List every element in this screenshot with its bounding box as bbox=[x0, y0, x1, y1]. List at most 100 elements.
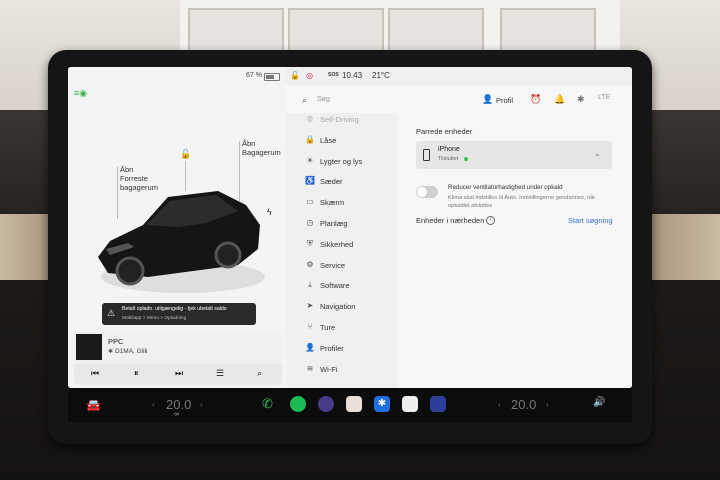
profile-icon[interactable]: 👤 bbox=[482, 94, 493, 105]
clock-icon: ◷ bbox=[306, 218, 314, 227]
fan-toggle-title: Reducer ventilatorhastighed under opkald bbox=[448, 184, 563, 191]
bluetooth-settings: Parrede enheder iPhone Tilsluttet ⌄ Redu… bbox=[398, 113, 632, 388]
settings-menu-item[interactable]: ⑂ Ture bbox=[286, 317, 398, 337]
phone-icon bbox=[423, 149, 430, 161]
headlights-icon[interactable]: ≡◉ bbox=[74, 89, 88, 98]
start-search-button[interactable]: Start søgning bbox=[568, 216, 613, 225]
wrench-icon: ⚙ bbox=[306, 259, 314, 269]
touchscreen: ≡◉ 67 % Åbn Forreste bagagerum 🔓 Åbn Bag… bbox=[68, 67, 632, 388]
car-panel: ≡◉ 67 % Åbn Forreste bagagerum 🔓 Åbn Bag… bbox=[68, 67, 286, 388]
steering-icon: ◍ bbox=[306, 114, 314, 123]
status-bar: 🔓 ◎ SOS 10.43 21°C bbox=[286, 67, 632, 85]
phone-app-icon[interactable]: ✆ bbox=[262, 396, 278, 412]
settings-menu-label: Self-Driving bbox=[320, 115, 359, 124]
settings-menu-label: Software bbox=[320, 281, 350, 291]
settings-menu-label: Sikkerhed bbox=[320, 239, 354, 249]
chevron-down-icon[interactable]: ⌄ bbox=[594, 149, 601, 158]
car-front-wheel bbox=[115, 256, 145, 286]
launcher-icon[interactable] bbox=[430, 396, 446, 412]
info-icon[interactable]: i bbox=[486, 216, 495, 225]
light-icon: ☀ bbox=[306, 155, 314, 165]
open-trunk-line: Bagagerum bbox=[242, 148, 281, 157]
temp-down-right-icon[interactable]: ‹ bbox=[498, 400, 501, 409]
settings-menu-item[interactable]: 👤 Profiler bbox=[286, 338, 398, 358]
alert-title: Betalt opladn. utilgængelig - tjek ubeta… bbox=[122, 306, 227, 312]
lock-icon: 🔒 bbox=[305, 134, 315, 144]
settings-menu-item[interactable]: 🔒 Låse bbox=[286, 130, 398, 150]
volume-icon[interactable]: 🔊 bbox=[593, 397, 605, 408]
settings-menu-label: Service bbox=[320, 260, 346, 270]
lte-signal-icon: LTE bbox=[598, 94, 611, 101]
wood-trim-left bbox=[0, 214, 52, 280]
warning-icon: ⚠ bbox=[107, 308, 116, 318]
bluetooth-icon[interactable]: ✱ bbox=[577, 94, 585, 105]
settings-menu-item[interactable]: ≋ Wi-Fi bbox=[286, 359, 398, 379]
battery-icon bbox=[264, 73, 280, 81]
temp-up-left-icon[interactable]: › bbox=[200, 400, 203, 409]
settings-menu-item[interactable]: ◍ Self-Driving bbox=[286, 109, 398, 129]
clock: 10.43 bbox=[342, 71, 363, 80]
sos-label: SOS bbox=[328, 72, 339, 78]
open-trunk-line: Åbn bbox=[242, 139, 256, 148]
wood-trim-right bbox=[652, 214, 720, 280]
notification-icon[interactable]: 🔔 bbox=[554, 94, 565, 105]
car-rear-wheel bbox=[214, 241, 242, 269]
track-title: PPC bbox=[108, 337, 124, 346]
equalizer-icon[interactable]: ☰ bbox=[216, 368, 224, 379]
camera-icon[interactable] bbox=[318, 396, 334, 412]
media-controls: ⏮ ⏸ ⏭ ☰ ⌕ bbox=[74, 364, 282, 384]
track-artist: D1MA, Gilli bbox=[115, 348, 148, 355]
navigation-icon: ➤ bbox=[306, 301, 314, 311]
nearby-devices-heading: Enheder i nærheden bbox=[416, 216, 485, 225]
pause-icon[interactable]: ⏸ bbox=[134, 368, 139, 379]
settings-menu: ◍ Self-Driving 🔒 Låse ☀ Lygter og lys ♿ Sæder ▭ S… bbox=[286, 113, 398, 388]
settings-menu-item[interactable]: ☀ Lygter og lys bbox=[286, 151, 398, 171]
device-name: iPhone bbox=[438, 146, 460, 153]
profile-icon: 👤 bbox=[305, 342, 315, 352]
spotify-icon[interactable] bbox=[290, 396, 306, 412]
bluetooth-small-icon: ✱ bbox=[108, 349, 114, 355]
seat-heater-icon[interactable]: ∞ bbox=[174, 411, 179, 418]
settings-menu-label: Lygter og lys bbox=[320, 156, 363, 166]
next-track-icon[interactable]: ⏭ bbox=[175, 368, 183, 379]
search-icon[interactable]: ⌕ bbox=[302, 95, 307, 106]
settings-menu-item[interactable]: ⛨ Sikkerhed bbox=[286, 234, 398, 254]
settings-menu-label: Navigation bbox=[320, 302, 356, 312]
settings-menu-label: Skærm bbox=[320, 198, 345, 208]
passenger-temperature[interactable]: 20.0 bbox=[511, 397, 536, 412]
temp-down-left-icon[interactable]: ‹ bbox=[152, 400, 155, 409]
window-pane bbox=[188, 8, 284, 54]
settings-menu-item[interactable]: ⚙ Service bbox=[286, 255, 398, 275]
settings-menu-item[interactable]: ▭ Skærm bbox=[286, 192, 398, 212]
settings-menu-item[interactable]: ♿ Sæder bbox=[286, 171, 398, 191]
connected-dot bbox=[464, 157, 468, 161]
paired-device-row[interactable]: iPhone Tilsluttet ⌄ bbox=[416, 141, 612, 169]
alarm-icon[interactable]: ⏰ bbox=[530, 94, 541, 105]
driver-temperature[interactable]: 20.0 bbox=[166, 397, 191, 412]
previous-track-icon[interactable]: ⏮ bbox=[91, 368, 99, 379]
seat-icon: ♿ bbox=[305, 176, 315, 186]
settings-menu-item[interactable]: ⤓ Software bbox=[286, 275, 398, 295]
calendar-icon[interactable] bbox=[402, 396, 418, 412]
toybox-icon[interactable] bbox=[346, 396, 362, 412]
charging-alert[interactable]: ⚠ Betalt opladn. utilgængelig - tjek ube… bbox=[102, 303, 256, 325]
album-art[interactable] bbox=[76, 334, 102, 360]
charge-port-icon[interactable]: ϟ bbox=[267, 207, 275, 217]
open-frunk-line: Åbn bbox=[120, 165, 134, 174]
unlock-icon[interactable]: 🔓 bbox=[180, 149, 191, 159]
search-input[interactable]: Søg bbox=[317, 96, 330, 103]
fan-toggle[interactable] bbox=[416, 186, 438, 198]
download-icon: ⤓ bbox=[308, 280, 312, 290]
media-search-icon[interactable]: ⌕ bbox=[257, 368, 262, 379]
car-icon[interactable]: 🚘 bbox=[86, 398, 101, 412]
temp-up-right-icon[interactable]: › bbox=[546, 400, 549, 409]
settings-menu-label: Wi-Fi bbox=[320, 364, 338, 374]
settings-menu-label: Sæder bbox=[320, 177, 343, 187]
profile-button[interactable]: Profil bbox=[496, 96, 513, 105]
open-trunk-label[interactable]: Åbn Bagagerum bbox=[242, 139, 281, 157]
settings-menu-item[interactable]: ◷ Planlæg bbox=[286, 213, 398, 233]
media-player: PPC ✱ D1MA, Gilli ⏮ ⏸ ⏭ ☰ ⌕ bbox=[74, 332, 282, 386]
bluetooth-app-icon[interactable]: ✱ bbox=[374, 396, 390, 412]
settings-menu-item[interactable]: ➤ Navigation bbox=[286, 296, 398, 316]
shield-icon: ⛨ bbox=[307, 238, 313, 248]
